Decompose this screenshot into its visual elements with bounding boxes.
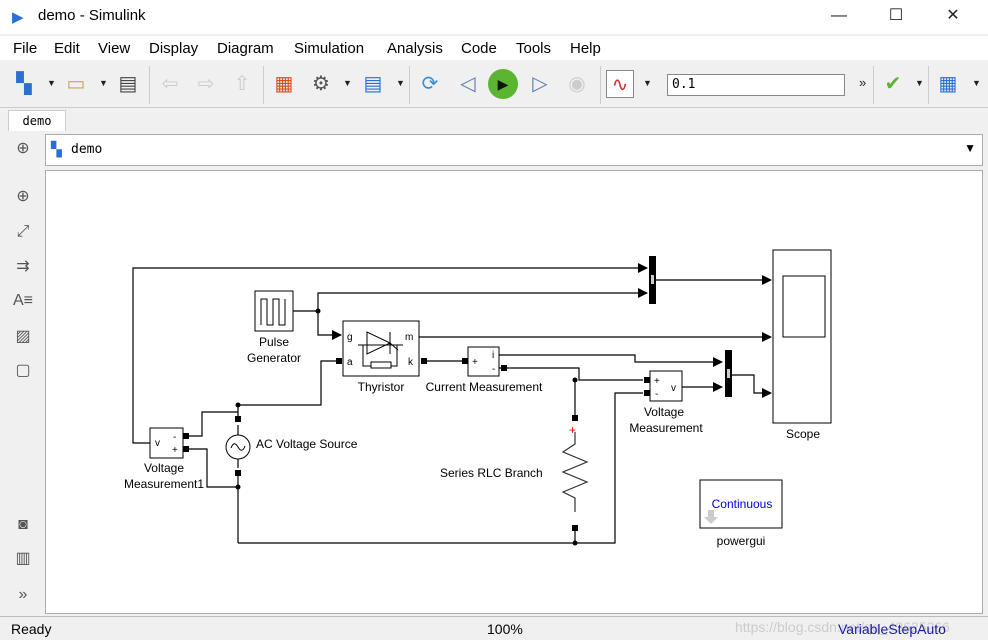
block-label: AC Voltage Source [256,437,358,451]
block-label: powergui [717,534,766,548]
block-label: Series RLC Branch [440,466,543,480]
voltage-measurement1-block[interactable]: v - + Voltage Measurement1 [124,427,204,491]
series-rlc-branch-block[interactable]: Series RLC Branch [440,466,543,480]
block-label: Scope [786,427,820,441]
port-label: + [654,376,660,387]
solver-link[interactable]: VariableStepAuto [838,621,946,637]
status-text: Ready [11,621,52,637]
port-label: - [492,364,495,375]
port-label: + [172,445,178,456]
port-label: - [655,389,658,400]
block-label: Measurement1 [124,477,204,491]
block-label: Pulse [259,335,289,349]
block-label: Measurement [629,421,703,435]
mux-block[interactable] [725,350,732,397]
ports [183,358,650,531]
pulse-generator-block[interactable]: Pulse Generator [247,290,301,365]
zoom-level: 100% [487,621,523,637]
rlc-polarity-mark: + [569,423,576,437]
port-label: i [492,350,494,361]
powergui-block[interactable]: Continuous powergui [699,479,783,548]
mux-block[interactable] [649,256,656,304]
port-label: a [347,357,353,368]
block-text: Continuous [712,497,773,511]
block-label: Voltage [644,405,684,419]
block-label: Current Measurement [426,380,543,394]
current-measurement-block[interactable]: + i - Current Measurement [426,346,543,394]
block-label: Thyristor [358,380,405,394]
port-label: v [155,438,160,449]
port-label: + [472,357,478,368]
block-diagram: + Pulse Generator g a m k Thyristor + i … [124,249,832,548]
port-label: m [405,332,413,343]
block-label: Generator [247,351,301,365]
scope-block[interactable]: Scope [772,249,832,441]
thyristor-block[interactable]: g a m k Thyristor [342,320,420,394]
port-label: v [671,383,676,394]
port-label: g [347,332,353,343]
status-bar: Ready 100% https://blog.csdn.net/qq_4362… [0,616,988,640]
block-label: Voltage [144,461,184,475]
port-label: - [173,432,176,443]
ac-voltage-source-block[interactable]: AC Voltage Source [225,434,358,460]
